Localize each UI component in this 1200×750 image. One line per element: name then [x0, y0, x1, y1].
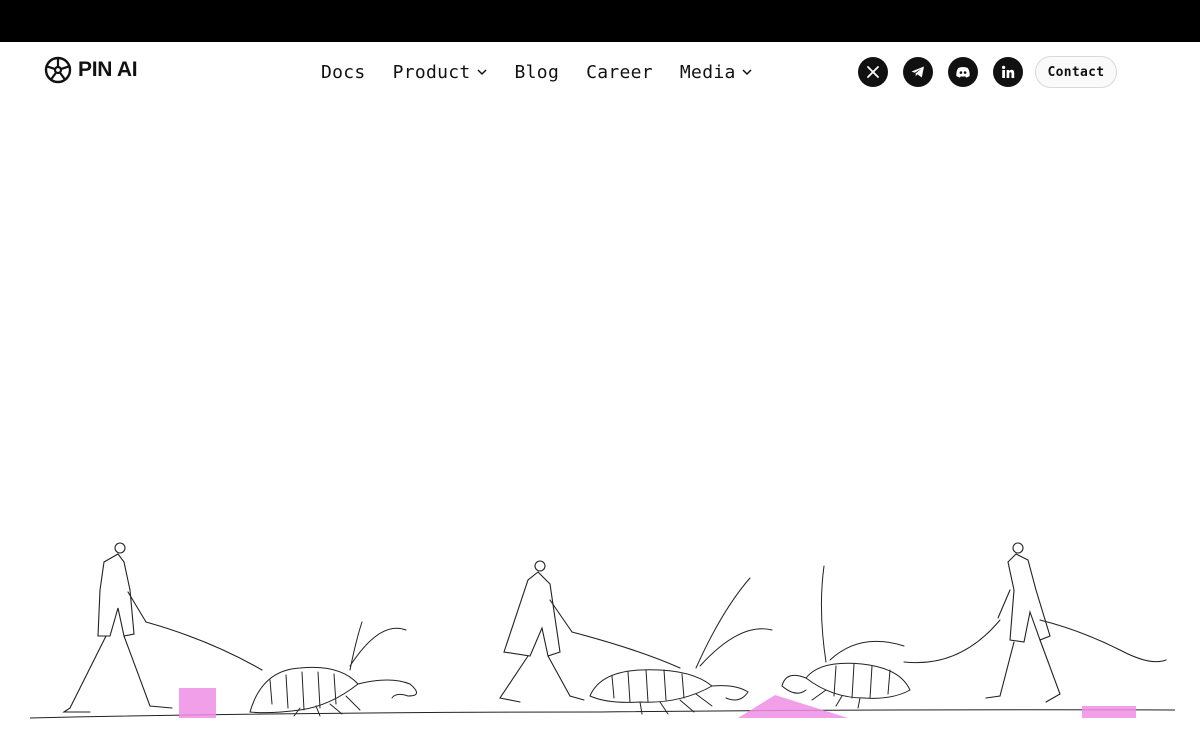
nav-item-product[interactable]: Product: [393, 62, 488, 83]
x-icon: [867, 66, 879, 78]
wheel-icon: [44, 56, 72, 84]
telegram-link[interactable]: [903, 57, 933, 87]
discord-icon: [956, 67, 970, 78]
lobster-drawing: [781, 565, 1001, 709]
pink-triangle: [738, 695, 848, 718]
nav-item-label: Media: [679, 61, 736, 83]
brand-logo[interactable]: PIN AI: [44, 56, 138, 84]
chevron-down-icon: [477, 69, 487, 76]
chevron-down-icon: [742, 69, 752, 76]
lobster-drawing: [249, 621, 417, 717]
nav-item-label: Blog: [514, 61, 560, 83]
linkedin-icon: [1002, 65, 1015, 78]
brand-name: PIN AI: [78, 58, 138, 81]
x-link[interactable]: [858, 57, 888, 87]
nav-item-label: Career: [586, 61, 653, 83]
hero-illustration: [29, 542, 1176, 719]
nav-item-label: Docs: [321, 61, 366, 83]
pink-block: [179, 688, 216, 718]
main-nav: Docs Product Blog Career Media: [321, 59, 753, 85]
pink-block: [1082, 706, 1136, 718]
lobster-drawing: [589, 577, 773, 715]
discord-link[interactable]: [948, 57, 978, 87]
walker-figure: [62, 542, 263, 713]
telegram-icon: [911, 66, 924, 78]
top-black-bar: [0, 0, 1200, 42]
nav-item-career[interactable]: Career: [586, 62, 653, 83]
nav-item-blog[interactable]: Blog: [515, 62, 560, 83]
site-header: PIN AI Docs Product Blog Career Media Co…: [0, 42, 1200, 102]
nav-item-media[interactable]: Media: [680, 62, 753, 83]
nav-item-label: Product: [392, 61, 471, 83]
walker-figure: [985, 542, 1167, 703]
walker-figure: [499, 560, 681, 703]
social-links: [858, 57, 1023, 87]
contact-button[interactable]: Contact: [1035, 56, 1117, 88]
nav-item-docs[interactable]: Docs: [321, 62, 366, 83]
linkedin-link[interactable]: [993, 57, 1023, 87]
